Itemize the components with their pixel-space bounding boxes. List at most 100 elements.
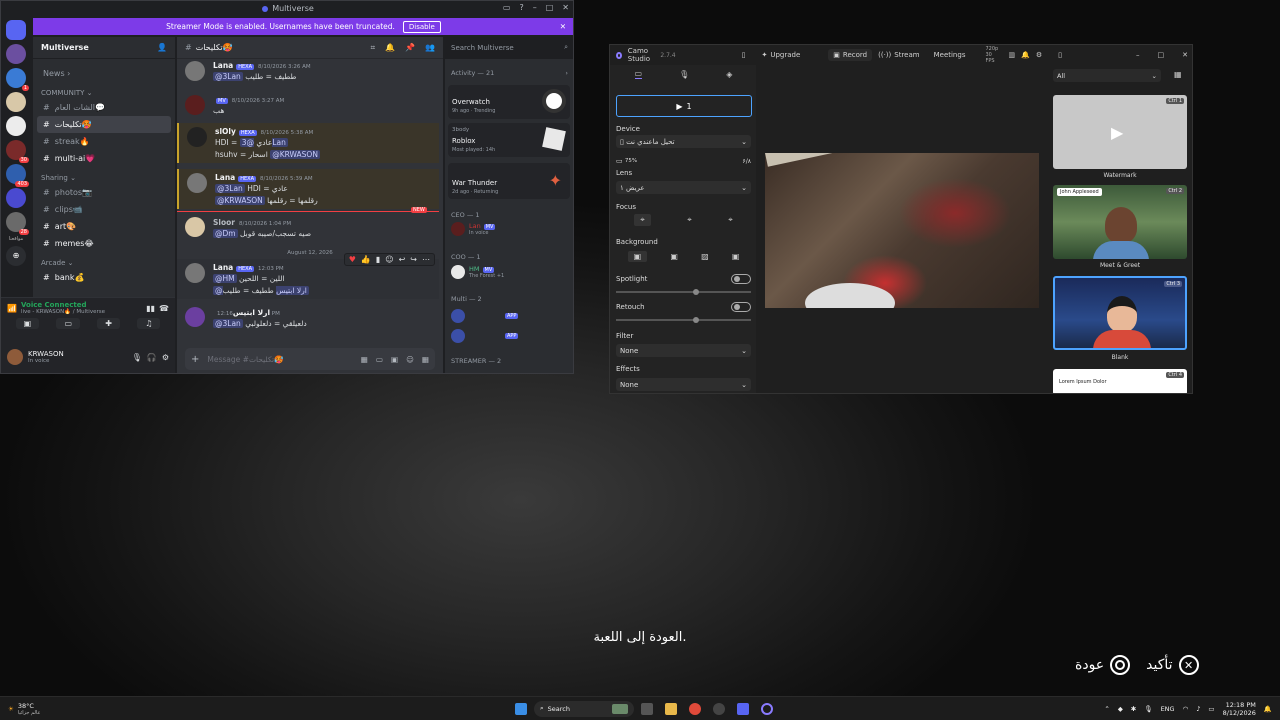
avatar[interactable]	[7, 349, 23, 365]
discord-taskbar-icon[interactable]	[737, 702, 749, 715]
channel-item[interactable]: # الشات العام💬	[37, 99, 171, 116]
screen-share-icon[interactable]: ▭	[56, 318, 80, 329]
circle-button-icon[interactable]	[1110, 655, 1131, 675]
activity-card[interactable]: 3body Roblox Most played: 14h	[448, 123, 570, 157]
channel-item[interactable]: # photos📷	[37, 184, 171, 201]
channel-item[interactable]: # memes😂	[37, 235, 171, 252]
message[interactable]: Lana HEXA 8/10/2026 5:39 AM @3Lan HDI = عا…	[177, 169, 439, 209]
channel-news[interactable]: News ›	[37, 65, 171, 82]
guild-icon[interactable]: 28	[6, 212, 29, 235]
bell-icon[interactable]: 🔔	[1021, 51, 1030, 59]
minimize-button[interactable]: –	[533, 3, 537, 12]
maximize-button[interactable]: □	[546, 3, 554, 12]
channel-item[interactable]: # clips📹	[37, 201, 171, 218]
apps-icon[interactable]: ▦	[422, 355, 429, 364]
avatar[interactable]	[187, 127, 207, 147]
volume-icon[interactable]: ♪	[1196, 705, 1200, 713]
guild-icon[interactable]	[6, 44, 26, 64]
device-select[interactable]: ▯ تحيل ماعندي نت ⌄	[616, 135, 751, 148]
avatar[interactable]	[185, 263, 205, 283]
channel-item[interactable]: # bank💰	[37, 269, 171, 286]
layers-tab-icon[interactable]: ◈	[726, 70, 732, 79]
cross-button-icon[interactable]: ✕	[1178, 655, 1199, 675]
members-icon[interactable]: 👥	[425, 43, 435, 52]
bg-blur-icon[interactable]: ▣	[670, 252, 678, 261]
message-input[interactable]: + Message #تكليحات🥵 ▦ ▭ ▣ ☺ ▦	[185, 348, 435, 370]
bg-replace-icon[interactable]: ▨	[701, 252, 709, 261]
add-attachment-icon[interactable]: +	[191, 354, 199, 365]
home-icon[interactable]	[6, 20, 26, 40]
layout-icon[interactable]: ▥	[1009, 51, 1016, 59]
guild-icon[interactable]	[6, 92, 26, 112]
add-member-icon[interactable]: 👤	[157, 43, 167, 52]
scene-card[interactable]: Ctrl 2 John Appleseed	[1053, 185, 1187, 259]
avatar[interactable]	[185, 307, 205, 327]
settings-gear-icon[interactable]: ⚙	[1036, 51, 1042, 59]
close-button[interactable]: ✕	[562, 3, 569, 12]
message[interactable]: Sloor 8/10/2026 1:04 PM @Dm صيه تسجب/صيبه…	[177, 215, 439, 243]
channel-item[interactable]: # تكليحات🥵	[37, 116, 171, 133]
browser-icon[interactable]	[713, 702, 725, 715]
close-button[interactable]: ✕	[1182, 51, 1188, 59]
member-item[interactable]: APP	[451, 307, 519, 325]
file-explorer-icon[interactable]	[665, 702, 677, 715]
channel-item[interactable]: # art🎨	[37, 218, 171, 235]
sticker-icon[interactable]: ▣	[391, 355, 398, 364]
language-indicator[interactable]: ENG	[1161, 705, 1175, 713]
tray-app-icon[interactable]: ◆	[1118, 705, 1123, 713]
stream-button[interactable]: ((·)) Stream	[878, 51, 919, 59]
message[interactable]: Lana HEXA 12:03 PM @HM اللين = اللحين @ارل…	[177, 253, 439, 299]
message[interactable]: slOly HEXA 8/10/2026 5:38 AM HDI = عادي @3…	[177, 123, 439, 163]
activity-card[interactable]: Overwatch 9h ago · Trending	[448, 85, 570, 119]
gif-icon[interactable]: ▭	[376, 355, 383, 364]
battery-icon[interactable]: ▭	[1208, 705, 1214, 713]
avatar[interactable]	[185, 95, 205, 115]
member-item[interactable]: Lan MV In voice	[451, 220, 496, 238]
category-arcade[interactable]: Arcade ⌄	[33, 256, 175, 269]
disconnect-icon[interactable]: ☎	[159, 304, 169, 313]
forward-icon[interactable]: ↪	[410, 255, 417, 264]
wifi-icon[interactable]: ◠	[1183, 705, 1189, 713]
guild-icon[interactable]: 403	[6, 164, 29, 187]
maximize-button[interactable]: □	[1158, 51, 1165, 59]
spotlight-toggle[interactable]	[731, 274, 751, 284]
sidebar-toggle-icon[interactable]: ▯	[742, 51, 746, 59]
emoji-picker-icon[interactable]: ☺	[406, 355, 414, 364]
bluetooth-icon[interactable]: ✱	[1131, 705, 1136, 713]
thumbs-up-icon[interactable]: 👍	[361, 255, 371, 264]
mic-tray-icon[interactable]: 🎙	[1144, 705, 1152, 713]
avatar[interactable]	[185, 217, 205, 237]
notifications-icon[interactable]: 🔔	[1264, 705, 1272, 713]
channel-item[interactable]: # streak🔥	[37, 133, 171, 150]
focus-face-icon[interactable]: ⌖	[687, 215, 692, 225]
help-icon[interactable]: ?	[519, 3, 523, 12]
guild-icon[interactable]	[6, 116, 26, 136]
banner-close-icon[interactable]: ✕	[560, 22, 566, 31]
settings-gear-icon[interactable]: ⚙	[162, 353, 169, 362]
meetings-button[interactable]: Meetings	[934, 51, 966, 59]
guild-icon[interactable]	[6, 188, 26, 208]
weather-widget[interactable]: ☀ 38°C عالم جزائيا	[8, 702, 40, 716]
taskbar-search[interactable]: ⌕ Search	[534, 700, 634, 717]
record-button[interactable]: ▣ Record	[828, 49, 873, 61]
bg-none-icon[interactable]: ▣	[627, 251, 648, 262]
reply-icon[interactable]: ↩	[399, 255, 406, 264]
lens-select[interactable]: عريض ١ ⌄	[616, 181, 751, 194]
mic-icon[interactable]: 🎙	[132, 353, 142, 362]
scene-card[interactable]: Ctrl 3	[1053, 276, 1187, 350]
panel-icon[interactable]: ▯	[1058, 51, 1062, 59]
task-view-icon[interactable]	[641, 702, 653, 715]
retouch-slider[interactable]	[616, 317, 751, 323]
more-icon[interactable]: ⋯	[422, 255, 430, 264]
category-community[interactable]: COMMUNITY ⌄	[33, 86, 175, 99]
channel-item[interactable]: # multi-ai💗	[37, 150, 171, 167]
server-header[interactable]: Multiverse 👤	[33, 37, 175, 59]
scene-filter-select[interactable]: All ⌄	[1053, 69, 1161, 82]
start-icon[interactable]	[515, 702, 527, 715]
heart-reaction-icon[interactable]: ♥	[349, 255, 356, 264]
chevron-up-icon[interactable]: ⌃	[1104, 705, 1109, 713]
minimize-button[interactable]: –	[1136, 51, 1140, 59]
message[interactable]: MV 8/10/2026 3:27 AM هب	[177, 91, 439, 117]
soundboard-icon[interactable]: ♫	[137, 318, 161, 329]
camera-preview[interactable]	[765, 153, 1039, 308]
